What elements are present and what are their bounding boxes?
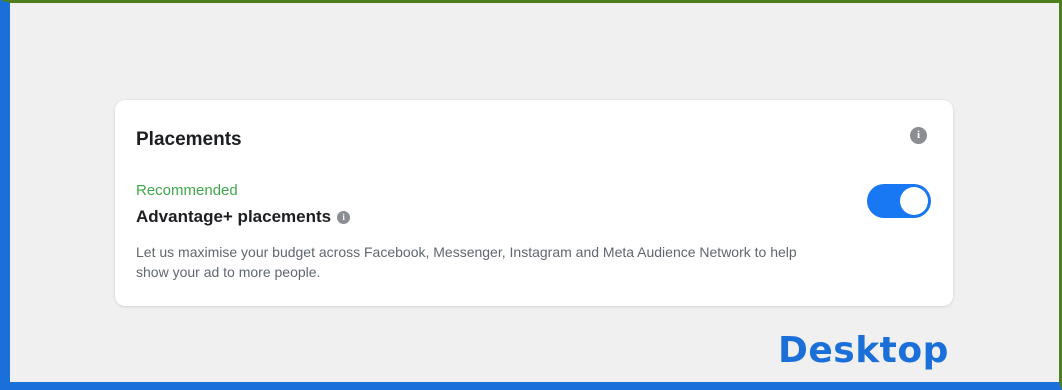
recommended-label: Recommended: [136, 182, 238, 199]
desktop-watermark: Desktop: [778, 330, 949, 371]
toggle-knob: [900, 187, 928, 215]
placements-card: Placements i Recommended Advantage+ plac…: [115, 100, 953, 306]
advantage-placements-toggle[interactable]: [867, 184, 931, 218]
advantage-placements-label: Advantage+ placements: [136, 207, 332, 226]
advantage-placements-info-icon[interactable]: i: [337, 210, 351, 224]
advantage-placements-description: Let us maximise your budget across Faceb…: [136, 244, 797, 280]
placements-title: Placements: [136, 129, 242, 150]
advantage-placements-title: Advantage+ placements i: [136, 207, 351, 227]
info-icon[interactable]: i: [910, 127, 927, 144]
